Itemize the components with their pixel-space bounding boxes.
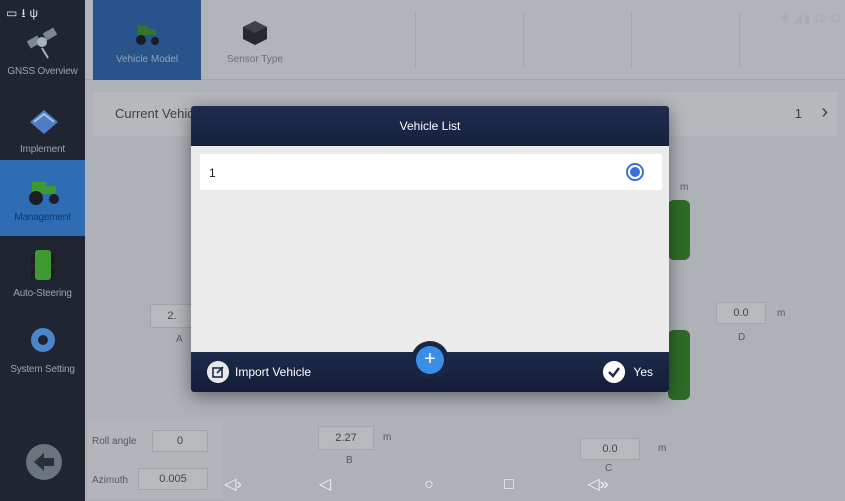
import-vehicle-label: Import Vehicle — [235, 365, 312, 379]
sidebar-item-label: GNSS Overview — [7, 66, 78, 77]
back-arrow-icon[interactable] — [24, 442, 64, 482]
volume-down-icon[interactable]: ◁› — [218, 472, 248, 498]
system-nav-bar: ◁› ◁ ○ □ ◁» — [200, 470, 640, 500]
sidebar-item-management[interactable]: Management — [0, 160, 85, 236]
dialog-title: Vehicle List — [191, 106, 669, 146]
add-vehicle-button[interactable]: + — [411, 341, 449, 379]
yes-label: Yes — [633, 365, 653, 379]
radio-selected-icon[interactable] — [626, 163, 644, 181]
steering-icon — [30, 250, 55, 280]
plus-icon: + — [416, 346, 444, 374]
sidebar: ▭⭳ψ GNSS Overview Implement Management A… — [0, 0, 85, 501]
check-icon — [603, 361, 626, 383]
list-item[interactable]: 1 — [200, 154, 662, 190]
gear-icon — [30, 328, 55, 352]
recents-icon[interactable]: □ — [494, 472, 524, 498]
home-icon[interactable]: ○ — [414, 472, 444, 498]
volume-up-icon[interactable]: ◁» — [578, 472, 618, 498]
sidebar-item-auto-steering[interactable]: Auto-Steering — [0, 236, 85, 312]
sidebar-item-label: System Setting — [10, 364, 75, 375]
sidebar-item-gnss-overview[interactable]: GNSS Overview — [0, 14, 85, 90]
sidebar-item-implement[interactable]: Implement — [0, 92, 85, 168]
import-vehicle-button[interactable]: Import Vehicle — [207, 360, 311, 384]
sidebar-item-system-setting[interactable]: System Setting — [0, 312, 85, 388]
implement-icon — [29, 110, 58, 134]
satellite-icon — [26, 27, 57, 59]
yes-button[interactable]: Yes — [603, 360, 653, 384]
vehicle-name: 1 — [209, 166, 216, 180]
back-icon[interactable]: ◁ — [310, 472, 340, 498]
tractor-icon — [28, 182, 59, 205]
sidebar-item-label: Auto-Steering — [13, 288, 72, 299]
sidebar-item-label: Management — [14, 212, 71, 223]
import-icon — [207, 361, 229, 383]
sidebar-item-label: Implement — [20, 144, 65, 155]
